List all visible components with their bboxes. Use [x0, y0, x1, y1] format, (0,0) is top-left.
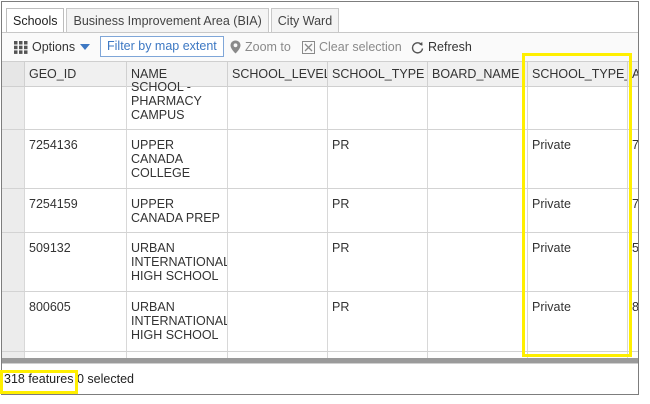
cell-school-type: PR [327, 292, 427, 351]
window-edge [639, 0, 650, 404]
attribute-table-panel: Schools Business Improvement Area (BIA) … [1, 1, 639, 395]
table-row[interactable]: 509132 URBAN INTERNATIONAL HIGH SCHOOL P… [2, 233, 638, 292]
cell-geo-id: 509132 [24, 233, 126, 291]
cell-school-type: PR [327, 130, 427, 188]
cell-school-type-desc: Private [527, 292, 627, 351]
cell-geo-id: 7254136 [24, 130, 126, 188]
table-toolbar: Options Filter by map extent Zoom to Cle… [2, 33, 638, 61]
row-selector[interactable] [2, 87, 25, 129]
cell-board-name [427, 233, 527, 291]
table-footer: 318 features 0 selected [2, 363, 638, 394]
cell-name: URBAN INTERNATIONAL HIGH SCHOOL [126, 233, 227, 291]
cell-board-name [427, 130, 527, 188]
cell-school-type-desc: Private [527, 189, 627, 232]
cell-geo-id: 7254159 [24, 189, 126, 232]
grid-header: GEO_ID NAME SCHOOL_LEVEL SCHOOL_TYPE BOA… [2, 61, 638, 87]
column-header-school-level[interactable]: SCHOOL_LEVEL [227, 62, 327, 86]
cell-name: URBAN INTERNATIONAL HIGH SCHOOL [126, 292, 227, 351]
clear-selection-label: Clear selection [319, 40, 402, 54]
cell-school-level [227, 130, 327, 188]
tab-city-ward[interactable]: City Ward [270, 8, 340, 32]
layer-tabs: Schools Business Improvement Area (BIA) … [6, 8, 341, 33]
options-label: Options [32, 40, 76, 54]
table-row[interactable]: 7254159 UPPER CANADA PREP PR Private 72 [2, 189, 638, 233]
feature-count: 318 features [4, 372, 74, 386]
column-header-geo-id[interactable]: GEO_ID [24, 62, 126, 86]
refresh-label: Refresh [428, 40, 472, 54]
column-header-board-name[interactable]: BOARD_NAME [427, 62, 527, 86]
column-header-school-type[interactable]: SCHOOL_TYPE [327, 62, 427, 86]
cell-geo-id: 800605 [24, 292, 126, 351]
cell-name: UPPER CANADA COLLEGE [126, 130, 227, 188]
cell-school-type-desc [527, 87, 627, 129]
cell-a: 80 [627, 292, 638, 351]
options-button[interactable]: Options [14, 33, 94, 61]
attribute-grid: GEO_ID NAME SCHOOL_LEVEL SCHOOL_TYPE BOA… [2, 61, 638, 364]
column-header-a[interactable]: A [627, 62, 638, 86]
cell-a: 72 [627, 189, 638, 232]
column-header-school-type-desc[interactable]: SCHOOL_TYPE_ [527, 62, 627, 86]
cell-board-name [427, 292, 527, 351]
row-selector-header [2, 62, 24, 86]
table-row[interactable]: 800605 URBAN INTERNATIONAL HIGH SCHOOL P… [2, 292, 638, 352]
cell-school-type: PR [327, 189, 427, 232]
grid-icon [14, 40, 28, 54]
cell-board-name [427, 189, 527, 232]
cell-a: 50 [627, 233, 638, 291]
tab-schools[interactable]: Schools [6, 8, 65, 33]
filter-by-map-extent-button[interactable]: Filter by map extent [100, 36, 224, 57]
refresh-button[interactable]: Refresh [411, 33, 472, 61]
chevron-down-icon [80, 43, 91, 51]
clear-box-icon [302, 40, 315, 54]
cell-school-type-desc: Private [527, 233, 627, 291]
table-row[interactable]: SCHOOL - PHARMACY CAMPUS [2, 80, 638, 130]
cell-school-level [227, 87, 327, 129]
refresh-icon [411, 41, 424, 54]
cell-school-level [227, 233, 327, 291]
row-selector[interactable] [2, 233, 25, 291]
feature-count-status: 318 features 0 selected [4, 372, 134, 386]
location-pin-icon [230, 40, 241, 54]
cell-a: 72 [627, 130, 638, 188]
cell-name: UPPER CANADA PREP [126, 189, 227, 232]
cell-board-name [427, 87, 527, 129]
cell-a [627, 87, 638, 129]
row-selector[interactable] [2, 189, 25, 232]
selected-count: 0 selected [76, 372, 134, 386]
row-selector[interactable] [2, 130, 25, 188]
clear-selection-button[interactable]: Clear selection [302, 33, 402, 61]
cell-school-level [227, 292, 327, 351]
tab-business-improvement-area[interactable]: Business Improvement Area (BIA) [66, 8, 269, 32]
cell-school-type: PR [327, 233, 427, 291]
table-row[interactable]: 7254136 UPPER CANADA COLLEGE PR Private … [2, 130, 638, 189]
cell-geo-id [24, 87, 126, 129]
cell-name: SCHOOL - PHARMACY CAMPUS [126, 80, 227, 129]
cell-school-level [227, 189, 327, 232]
cell-school-type [327, 87, 427, 129]
zoom-to-button[interactable]: Zoom to [230, 33, 291, 61]
cell-school-type-desc: Private [527, 130, 627, 188]
row-selector[interactable] [2, 292, 25, 351]
zoom-to-label: Zoom to [245, 40, 291, 54]
